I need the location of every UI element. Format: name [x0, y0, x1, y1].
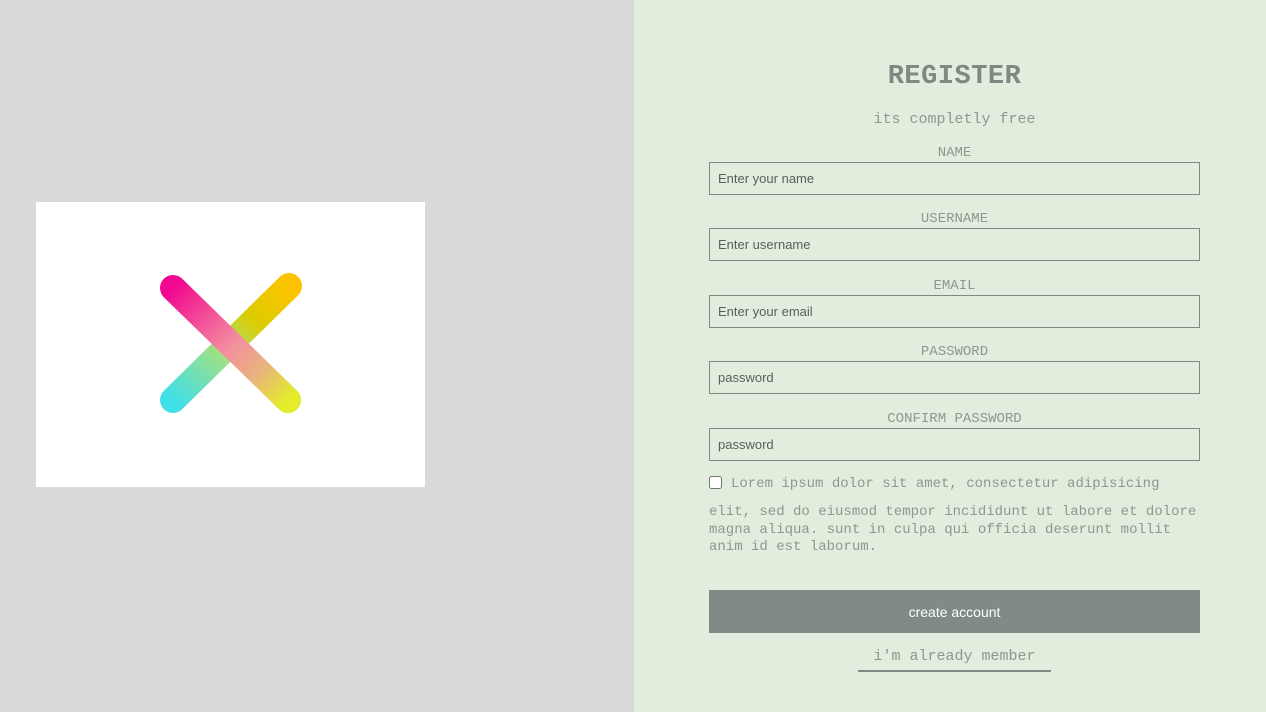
- terms-text-first-line: Lorem ipsum dolor sit amet, consectetur …: [731, 476, 1160, 492]
- password-input[interactable]: [709, 361, 1200, 394]
- page-subtitle: its completly free: [873, 111, 1036, 128]
- confirm-password-label: CONFIRM PASSWORD: [887, 411, 1022, 427]
- name-input[interactable]: [709, 162, 1200, 195]
- left-panel: [0, 0, 634, 712]
- already-member-link[interactable]: i'm already member: [858, 646, 1051, 672]
- username-input[interactable]: [709, 228, 1200, 261]
- password-label: PASSWORD: [920, 344, 989, 360]
- create-account-button[interactable]: create account: [709, 590, 1200, 633]
- terms-checkbox[interactable]: [709, 476, 722, 489]
- email-input[interactable]: [709, 295, 1200, 328]
- terms-text: elit, sed do eiusmod tempor incididunt u…: [709, 504, 1197, 555]
- logo-card: [36, 202, 425, 487]
- name-label: NAME: [937, 145, 972, 161]
- username-label: USERNAME: [920, 211, 989, 227]
- email-label: EMAIL: [933, 278, 976, 294]
- gradient-k-logo-icon: [160, 273, 302, 413]
- confirm-password-input[interactable]: [709, 428, 1200, 461]
- page-title: REGISTER: [887, 62, 1022, 92]
- register-panel: REGISTER its completly free NAME USERNAM…: [634, 0, 1266, 712]
